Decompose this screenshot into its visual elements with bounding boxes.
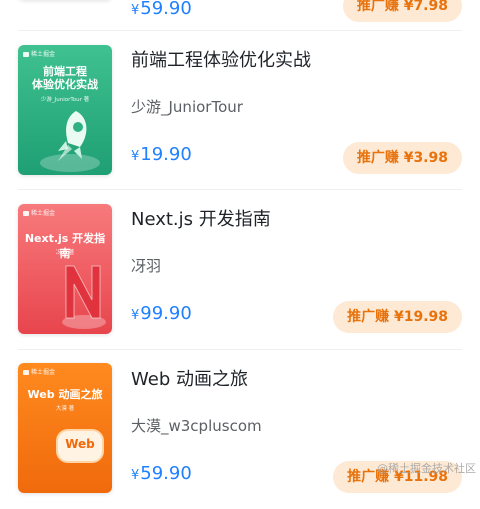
promote-earn-button[interactable]: 推广赚 ¥19.98 xyxy=(333,301,462,333)
cover-author: 冴羽 著 xyxy=(55,250,75,256)
cover-author: 少游_JuniorTour 著 xyxy=(40,97,90,103)
price: ¥99.90 xyxy=(131,303,192,324)
course-author[interactable]: 冴羽 xyxy=(131,255,161,276)
promote-earn-button[interactable]: 推广赚 ¥7.98 xyxy=(342,0,462,22)
cover-author: 大漠 著 xyxy=(55,406,75,412)
cover-title-line: 体验优化实战 xyxy=(32,78,98,91)
cover-brand: 稀土掘金 xyxy=(23,49,55,58)
watermark: @稀土掘金技术社区 xyxy=(377,462,476,475)
price: ¥59.90 xyxy=(131,0,192,19)
book-cover[interactable]: 稀土掘金 Next.js 开发指南 冴羽 著 xyxy=(18,204,112,334)
rocket-icon xyxy=(40,111,100,172)
letter-n-graphic xyxy=(62,265,106,329)
list-item[interactable]: 稀土掘金 Next.js 开发指南 冴羽 著 Next.js 开发指南 冴羽 ¥… xyxy=(0,189,480,349)
list-item-previous[interactable]: ¥59.90 推广赚 ¥7.98 xyxy=(0,0,480,30)
cover-brand: 稀土掘金 xyxy=(23,208,55,217)
course-title[interactable]: Next.js 开发指南 xyxy=(131,205,271,231)
price: ¥59.90 xyxy=(131,463,192,484)
cover-brand: 稀土掘金 xyxy=(23,367,55,376)
promote-earn-button[interactable]: 推广赚 ¥3.98 xyxy=(342,142,462,174)
course-title[interactable]: Web 动画之旅 xyxy=(131,365,248,391)
list-item[interactable]: 稀土掘金 Web 动画之旅 大漠 著 Web Web 动画之旅 大漠_w3cpl… xyxy=(0,349,480,509)
web-badge-label: Web xyxy=(65,437,95,451)
course-list: ¥59.90 推广赚 ¥7.98 稀土掘金 前端工程 体验优化实战 少游_Jun… xyxy=(0,0,480,493)
price: ¥19.90 xyxy=(131,144,192,165)
course-author[interactable]: 少游_JuniorTour xyxy=(131,96,243,117)
cover-title-line: Web 动画之旅 xyxy=(27,388,103,401)
book-cover[interactable]: 稀土掘金 Web 动画之旅 大漠 著 Web xyxy=(18,363,112,493)
course-title[interactable]: 前端工程体验优化实战 xyxy=(131,46,311,72)
course-author[interactable]: 大漠_w3cpluscom xyxy=(131,415,262,436)
list-item[interactable]: 稀土掘金 前端工程 体验优化实战 少游_JuniorTour 著 前端工程体验优… xyxy=(0,30,480,190)
book-cover[interactable]: 稀土掘金 前端工程 体验优化实战 少游_JuniorTour 著 xyxy=(18,45,112,175)
web-badge: Web xyxy=(56,429,104,463)
